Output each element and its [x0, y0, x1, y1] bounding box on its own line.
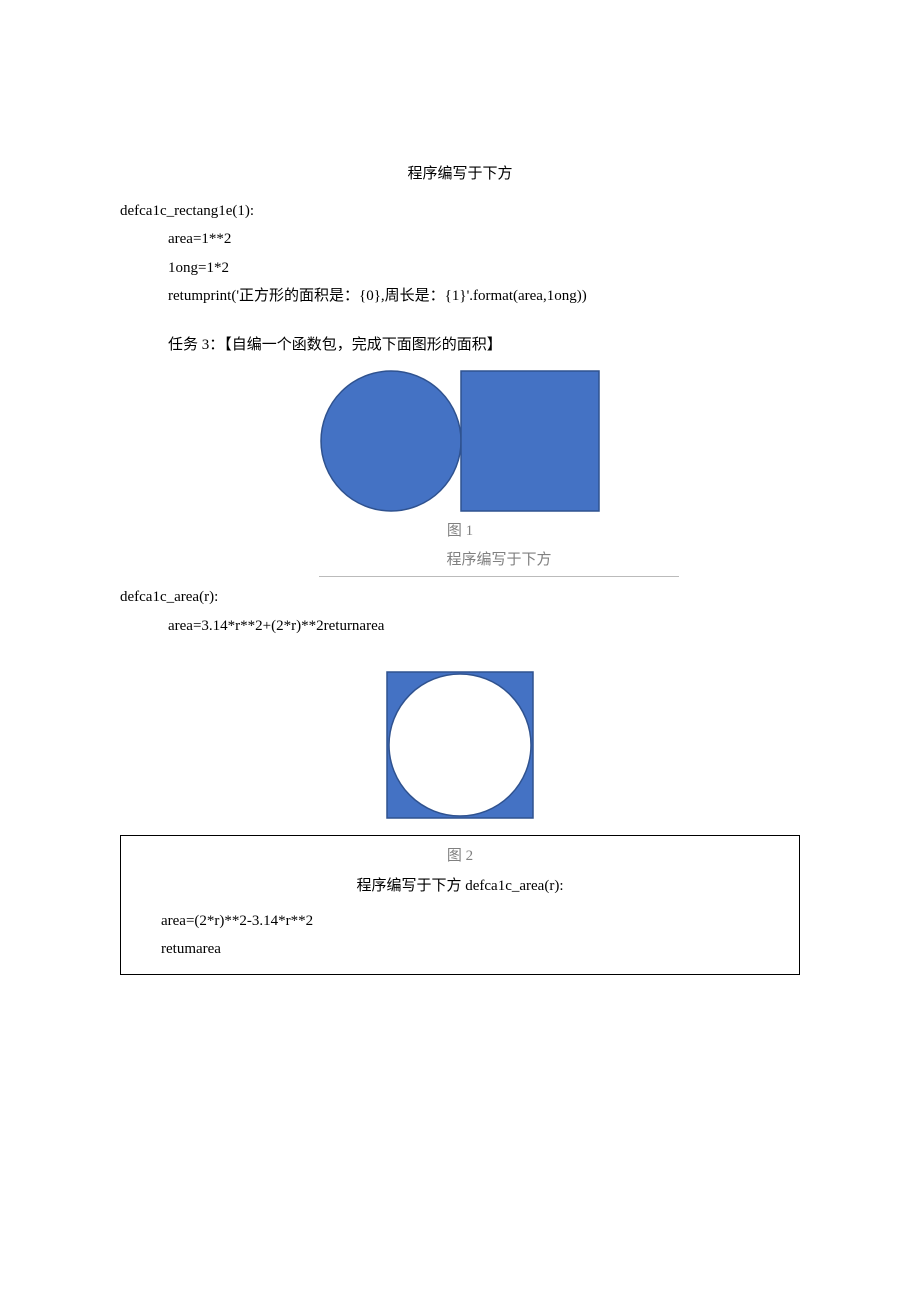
section3-box: 图 2 程序编写于下方 defca1c_area(r): area=(2*r)*… — [120, 835, 800, 975]
code-line: 1ong=1*2 — [120, 254, 800, 283]
section1-title: 程序编写于下方 — [120, 160, 800, 189]
section2-code: defca1c_area(r): area=3.14*r**2+(2*r)**2… — [120, 583, 800, 640]
code-line: retumarea — [129, 935, 791, 964]
square-shape — [461, 371, 599, 511]
figure2-svg — [385, 670, 535, 820]
figure1-caption: 图 1 — [319, 517, 601, 546]
section3-center-line: 程序编写于下方 defca1c_area(r): — [129, 872, 791, 901]
code-line: retumprint('正方形的面积是：{0},周长是：{1}'.format(… — [120, 282, 800, 311]
code-line: area=1**2 — [120, 225, 800, 254]
code-line: area=3.14*r**2+(2*r)**2returnarea — [120, 612, 800, 641]
task3-label: 任务 3：【自编一个函数包，完成下面图形的面积】 — [168, 331, 800, 360]
figure-2 — [385, 670, 535, 831]
figure2-caption: 图 2 — [129, 842, 791, 871]
figure1-subcaption: 程序编写于下方 — [319, 546, 679, 578]
code-line: area=(2*r)**2-3.14*r**2 — [129, 907, 791, 936]
figure1-svg — [319, 367, 601, 515]
figure-1: 图 1 程序编写于下方 — [319, 367, 601, 577]
section1-code: defca1c_rectang1e(1): area=1**2 1ong=1*2… — [120, 197, 800, 311]
code-line: defca1c_rectang1e(1): — [120, 197, 800, 226]
code-line: defca1c_area(r): — [120, 583, 800, 612]
